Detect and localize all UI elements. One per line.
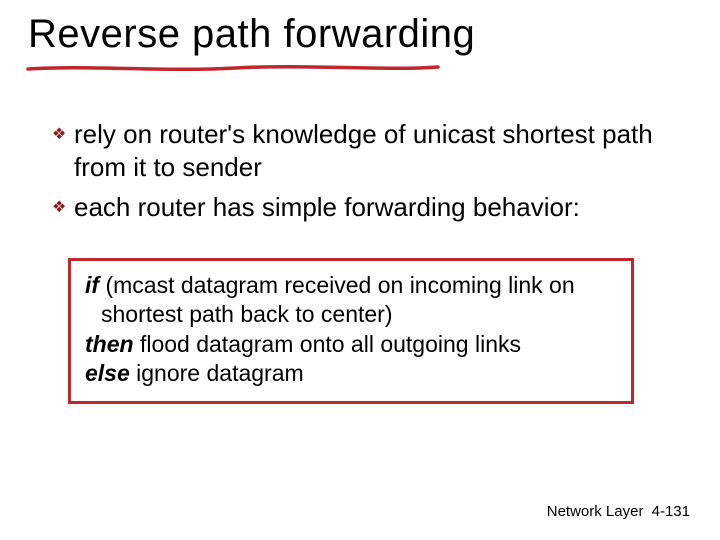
algo-line-else: else ignore datagram: [85, 359, 617, 388]
footer-label: Network Layer: [547, 503, 644, 520]
algo-line-then: then flood datagram onto all outgoing li…: [85, 330, 617, 359]
algo-cond-part1: (mcast datagram received on incoming lin…: [99, 272, 575, 298]
algorithm-box: if (mcast datagram received on incoming …: [68, 258, 634, 404]
bullet-text: rely on router's knowledge of unicast sh…: [74, 118, 672, 185]
slide: Reverse path forwarding ❖ rely on router…: [0, 0, 720, 540]
keyword-else: else: [85, 360, 130, 386]
title-underline: [26, 64, 440, 74]
algo-line-cond2: shortest path back to center): [85, 300, 617, 329]
algo-then-text: flood datagram onto all outgoing links: [134, 331, 521, 357]
slide-title: Reverse path forwarding: [28, 12, 475, 56]
keyword-then: then: [85, 331, 134, 357]
algo-line-if: if (mcast datagram received on incoming …: [85, 271, 617, 300]
diamond-bullet-icon: ❖: [52, 192, 74, 224]
keyword-if: if: [85, 272, 99, 298]
bullet-text: each router has simple forwarding behavi…: [74, 191, 580, 224]
slide-footer: Network Layer 4-131: [547, 503, 690, 520]
list-item: ❖ rely on router's knowledge of unicast …: [52, 118, 672, 185]
list-item: ❖ each router has simple forwarding beha…: [52, 191, 672, 224]
diamond-bullet-icon: ❖: [52, 119, 74, 151]
title-block: Reverse path forwarding: [28, 12, 475, 56]
algo-else-text: ignore datagram: [130, 360, 304, 386]
bullet-list: ❖ rely on router's knowledge of unicast …: [52, 118, 672, 230]
footer-page-number: 4-131: [652, 503, 690, 520]
